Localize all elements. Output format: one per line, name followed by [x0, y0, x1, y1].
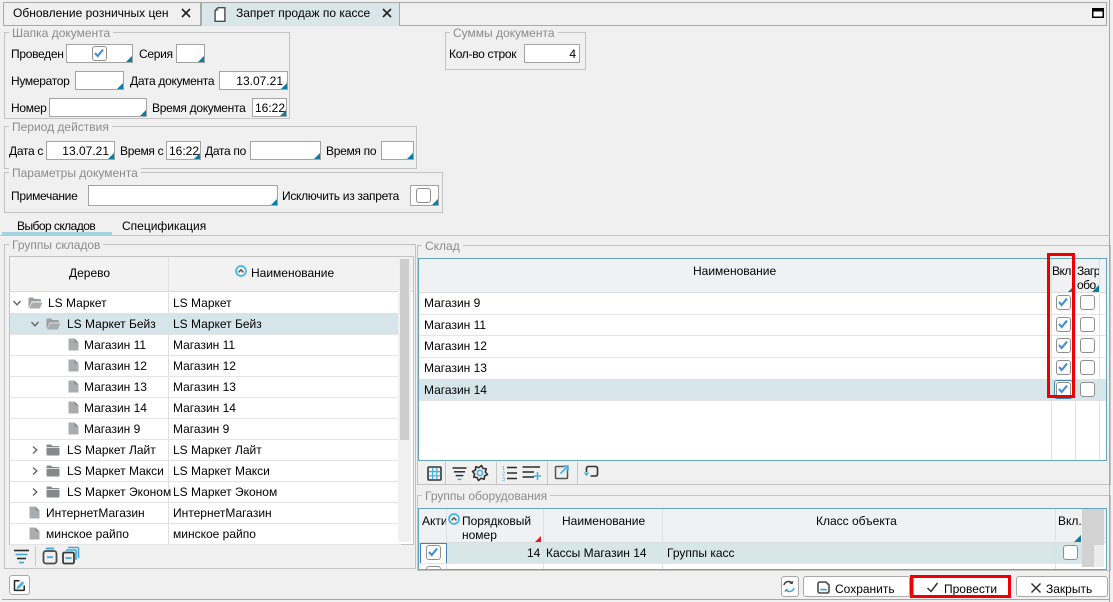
svg-text:3: 3 — [502, 477, 505, 481]
